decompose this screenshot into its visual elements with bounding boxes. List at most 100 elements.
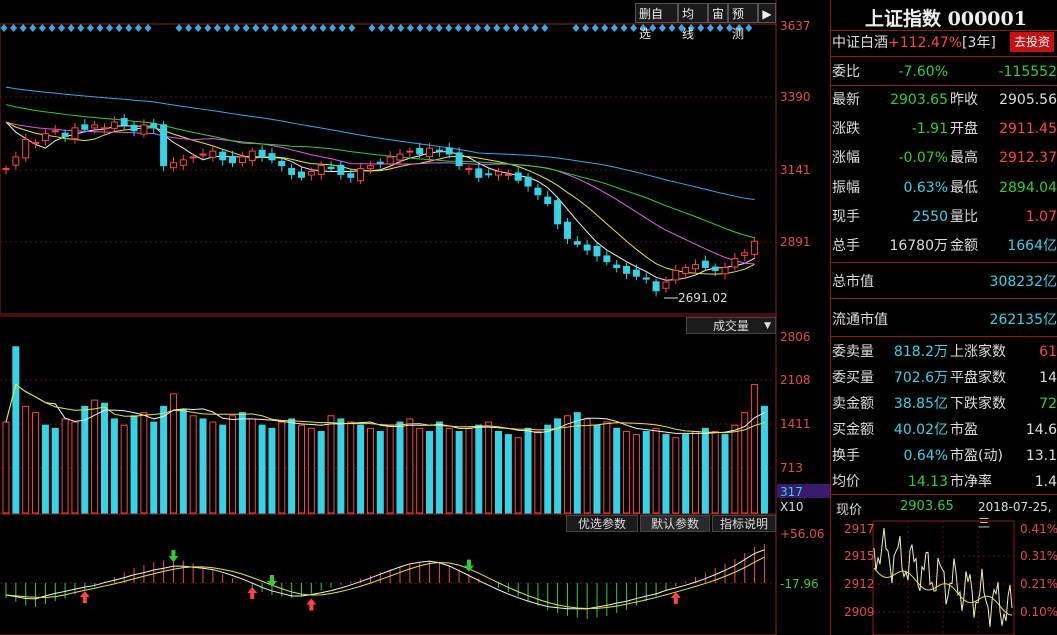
candle[interactable]	[495, 170, 502, 176]
candle[interactable]	[288, 168, 296, 175]
volume-bar[interactable]	[209, 421, 217, 514]
candle[interactable]	[672, 269, 680, 281]
volume-bar[interactable]	[406, 418, 414, 514]
candle[interactable]	[603, 255, 611, 263]
volume-bar[interactable]	[534, 430, 542, 514]
candle[interactable]	[130, 124, 138, 132]
candle[interactable]	[22, 138, 30, 159]
candle[interactable]	[209, 150, 217, 158]
volume-bar[interactable]	[238, 412, 246, 514]
volume-bar[interactable]	[179, 409, 187, 514]
candle[interactable]	[376, 161, 384, 164]
candle[interactable]	[219, 151, 227, 161]
volume-bar[interactable]	[701, 427, 709, 514]
volume-bar[interactable]	[731, 424, 739, 514]
candle[interactable]	[465, 168, 473, 171]
candle[interactable]	[632, 269, 640, 277]
volume-bar[interactable]	[337, 418, 345, 514]
candle[interactable]	[514, 172, 522, 181]
volume-bar[interactable]	[652, 427, 660, 514]
candle[interactable]	[278, 160, 286, 167]
volume-bar[interactable]	[573, 412, 581, 514]
candle[interactable]	[623, 265, 631, 274]
volume-bar[interactable]	[258, 424, 266, 514]
volume-bar[interactable]	[22, 405, 30, 514]
candle[interactable]	[248, 150, 256, 161]
candle[interactable]	[169, 162, 177, 169]
volume-bars[interactable]	[2, 346, 768, 514]
candle[interactable]	[662, 281, 670, 289]
candle[interactable]	[150, 123, 158, 129]
candle[interactable]	[386, 156, 394, 165]
candle[interactable]	[751, 240, 759, 255]
volume-bar[interactable]	[642, 430, 650, 514]
volume-bar[interactable]	[288, 418, 296, 514]
volume-bar[interactable]	[632, 434, 640, 514]
delete-watchlist-button[interactable]: 删自选	[635, 3, 678, 41]
volume-bar[interactable]	[760, 405, 768, 514]
candle[interactable]	[71, 127, 79, 140]
volume-bar[interactable]	[623, 430, 631, 514]
invest-button[interactable]: 去投资	[1010, 32, 1054, 52]
candle[interactable]	[416, 147, 424, 155]
candle[interactable]	[741, 252, 749, 256]
volume-bar[interactable]	[101, 402, 108, 514]
volume-bar[interactable]	[603, 421, 611, 514]
volume-bar[interactable]	[61, 418, 69, 514]
volume-bar[interactable]	[504, 434, 512, 514]
volume-bar[interactable]	[544, 424, 552, 514]
volume-bar[interactable]	[396, 421, 404, 514]
volume-bar[interactable]	[495, 430, 502, 514]
candle[interactable]	[711, 266, 719, 271]
volume-bar[interactable]	[268, 427, 276, 514]
candle[interactable]	[229, 155, 237, 164]
volume-bar[interactable]	[2, 421, 10, 514]
candle[interactable]	[485, 173, 493, 176]
optimize-params-button[interactable]: 优选参数	[566, 515, 638, 532]
candle[interactable]	[731, 258, 739, 268]
candle[interactable]	[563, 221, 571, 239]
volume-bar[interactable]	[51, 427, 59, 514]
candle[interactable]	[140, 124, 148, 135]
candle[interactable]	[504, 173, 512, 176]
volume-bar[interactable]	[32, 412, 40, 514]
default-params-button[interactable]: 默认参数	[640, 515, 710, 532]
candle[interactable]	[366, 165, 374, 169]
cabinet-button[interactable]: 宙	[708, 3, 728, 23]
candle[interactable]	[652, 281, 660, 292]
candle[interactable]	[455, 152, 463, 167]
candle[interactable]	[337, 164, 345, 175]
volume-bar[interactable]	[475, 424, 483, 514]
volume-bar[interactable]	[563, 415, 571, 514]
candle[interactable]	[12, 156, 20, 166]
volume-bar[interactable]	[554, 418, 562, 514]
volume-bar[interactable]	[120, 424, 128, 514]
volume-bar[interactable]	[130, 415, 138, 514]
candle[interactable]	[642, 277, 650, 280]
candle[interactable]	[61, 132, 69, 138]
volume-bar[interactable]	[160, 405, 168, 514]
volume-bar[interactable]	[386, 424, 394, 514]
candle[interactable]	[544, 196, 552, 204]
volume-bar[interactable]	[416, 427, 424, 514]
forecast-button[interactable]: 预测	[728, 3, 758, 41]
volume-bar[interactable]	[347, 421, 355, 514]
volume-bar[interactable]	[12, 346, 20, 514]
intraday-mini-chart[interactable]: 2917 2915 2912 2909 0.41% 0.31% 0.21% 0.…	[830, 518, 1057, 635]
candle[interactable]	[179, 159, 187, 166]
volume-bar[interactable]	[357, 424, 365, 514]
volume-bar[interactable]	[455, 430, 463, 514]
volume-bar[interactable]	[435, 421, 443, 514]
volume-bar[interactable]	[366, 427, 374, 514]
candle[interactable]	[524, 176, 532, 187]
volume-bar[interactable]	[751, 383, 759, 514]
volume-bar[interactable]	[524, 427, 532, 514]
volume-bar[interactable]	[426, 430, 434, 514]
volume-bar[interactable]	[189, 415, 197, 514]
candle[interactable]	[573, 241, 581, 245]
candlesticks[interactable]	[2, 114, 759, 297]
volume-bar[interactable]	[317, 430, 325, 514]
volume-bar[interactable]	[711, 430, 719, 514]
candle[interactable]	[189, 156, 197, 159]
candle[interactable]	[238, 156, 246, 164]
